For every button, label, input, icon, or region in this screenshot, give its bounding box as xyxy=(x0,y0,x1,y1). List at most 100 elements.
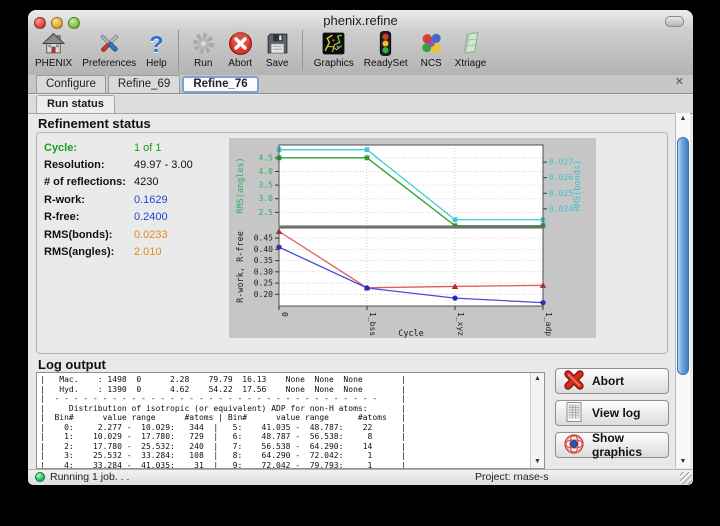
scroll-down-icon[interactable]: ▼ xyxy=(676,457,690,467)
svg-text:0.027: 0.027 xyxy=(549,158,573,167)
main-vertical-scrollbar[interactable]: ▲ ▼ xyxy=(675,113,690,468)
log-output-heading: Log output xyxy=(38,357,106,372)
refinement-status-groupbox: Cycle:1 of 1 Resolution:49.97 - 3.00 # o… xyxy=(36,132,668,354)
toolbar-item-label: Run xyxy=(194,58,212,69)
svg-text:0.026: 0.026 xyxy=(549,173,573,182)
view-log-button[interactable]: View log xyxy=(555,400,669,426)
svg-text:0.025: 0.025 xyxy=(549,189,573,198)
help-button[interactable]: ? Help xyxy=(141,29,172,69)
toolbar: PHENIX Preferences ? Help Run xyxy=(30,29,491,75)
ncs-spheres-icon xyxy=(418,29,445,58)
svg-text:3.5: 3.5 xyxy=(259,181,274,190)
svg-text:1_xyz: 1_xyz xyxy=(456,312,465,336)
toolbar-item-label: Save xyxy=(266,58,289,69)
graphics-sphere-icon xyxy=(563,433,585,458)
readyset-button[interactable]: ReadySet xyxy=(359,29,413,69)
save-floppy-icon xyxy=(264,29,291,58)
abort-job-button[interactable]: Abort xyxy=(555,368,669,394)
stat-rms-angles: RMS(angles):2.010 xyxy=(44,243,193,260)
project-label: Project: rnase-s xyxy=(475,471,549,483)
toolbar-item-label: PHENIX xyxy=(35,58,72,69)
stat-reflections: # of reflections:4230 xyxy=(44,174,193,191)
svg-text:0.20: 0.20 xyxy=(254,290,273,299)
toolbar-item-label: Xtriage xyxy=(455,58,487,69)
phenix-refine-window: phenix.refine PHENIX Preferences ? Help xyxy=(28,10,693,485)
document-tabstrip: Configure Refine_69 Refine_76 xyxy=(28,75,693,94)
toolbar-item-label: Graphics xyxy=(314,58,354,69)
svg-text:Cycle: Cycle xyxy=(398,329,424,338)
toolbar-item-label: ReadySet xyxy=(364,58,408,69)
running-status-icon xyxy=(35,472,45,482)
refinement-chart: 2.5 3.0 3.5 4.0 4.5 0.024 0.025 0.026 0.027 RMS(a… xyxy=(229,138,596,338)
readyset-trafficlight-icon xyxy=(372,29,399,58)
toolbar-item-label: Help xyxy=(146,58,167,69)
svg-text:4.5: 4.5 xyxy=(259,153,274,162)
svg-text:1_bss: 1_bss xyxy=(368,312,377,336)
window-chrome: phenix.refine PHENIX Preferences ? Help xyxy=(28,10,693,76)
stat-cycle: Cycle:1 of 1 xyxy=(44,139,193,156)
toolbar-item-label: Preferences xyxy=(82,58,136,69)
log-output-box[interactable]: | Mac. : 1498 0 2.28 79.79 16.13 None No… xyxy=(36,372,545,469)
refinement-status-heading: Refinement status xyxy=(38,116,151,131)
toolbar-separator xyxy=(178,30,179,71)
toolbar-item-label: NCS xyxy=(421,58,442,69)
svg-text:RMS(bonds): RMS(bonds) xyxy=(573,160,583,211)
run-button[interactable]: Run xyxy=(185,29,222,69)
graphics-density-icon xyxy=(320,29,347,58)
resize-grip[interactable] xyxy=(680,472,692,484)
preferences-button[interactable]: Preferences xyxy=(77,29,141,69)
status-message: Running 1 job. . . xyxy=(50,471,129,483)
tab-refine-69[interactable]: Refine_69 xyxy=(108,75,180,93)
status-bar: Running 1 job. . . Project: rnase-s xyxy=(28,469,693,485)
xtriage-button[interactable]: Xtriage xyxy=(450,29,492,69)
toolbar-separator xyxy=(302,30,303,71)
log-text: | Mac. : 1498 0 2.28 79.79 16.13 None No… xyxy=(37,373,544,469)
run-gear-icon xyxy=(190,29,217,58)
log-vertical-scrollbar[interactable]: ▲ ▼ xyxy=(530,373,544,468)
tab-refine-76[interactable]: Refine_76 xyxy=(182,76,258,93)
scroll-up-icon[interactable]: ▲ xyxy=(676,114,690,124)
svg-text:0.25: 0.25 xyxy=(254,279,273,288)
stat-rms-bonds: RMS(bonds):0.0233 xyxy=(44,226,193,243)
svg-text:0.40: 0.40 xyxy=(254,245,273,254)
window-title: phenix.refine xyxy=(28,13,693,28)
help-question-icon: ? xyxy=(149,29,163,58)
chart-svg: 2.5 3.0 3.5 4.0 4.5 0.024 0.025 0.026 0.027 RMS(a… xyxy=(229,138,596,338)
show-graphics-button[interactable]: Show graphics xyxy=(555,432,669,458)
inner-notebook-strip xyxy=(28,95,693,114)
toolbar-toggle-button[interactable] xyxy=(665,16,684,27)
view-log-document-icon xyxy=(563,401,585,426)
xtriage-crystal-icon xyxy=(457,29,484,58)
svg-text:1_adp: 1_adp xyxy=(544,312,553,336)
phenix-home-icon xyxy=(40,29,67,58)
svg-text:4.0: 4.0 xyxy=(259,167,274,176)
svg-text:3.0: 3.0 xyxy=(259,194,274,203)
scroll-up-icon[interactable]: ▲ xyxy=(531,374,544,384)
tab-run-status[interactable]: Run status xyxy=(36,95,115,113)
save-button[interactable]: Save xyxy=(259,29,296,69)
stat-resolution: Resolution:49.97 - 3.00 xyxy=(44,156,193,173)
svg-text:2.5: 2.5 xyxy=(259,208,274,217)
stat-r-free: R-free:0.2400 xyxy=(44,209,193,226)
ncs-button[interactable]: NCS xyxy=(413,29,450,69)
svg-text:RMS(angles): RMS(angles) xyxy=(236,157,246,213)
toolbar-item-label: Abort xyxy=(228,58,252,69)
abort-x-icon xyxy=(563,369,585,394)
tab-configure[interactable]: Configure xyxy=(36,75,106,93)
close-tab-icon[interactable]: ✕ xyxy=(675,77,684,88)
refinement-stats: Cycle:1 of 1 Resolution:49.97 - 3.00 # o… xyxy=(44,139,193,261)
svg-text:0.35: 0.35 xyxy=(254,256,273,265)
refine-76-content: Run status ▲ ▼ Refinement status Cycle:1… xyxy=(28,95,693,470)
scrollbar-thumb[interactable] xyxy=(677,137,689,375)
graphics-button[interactable]: Graphics xyxy=(309,29,359,69)
svg-text:R-work, R-free: R-work, R-free xyxy=(236,231,246,303)
phenix-button[interactable]: PHENIX xyxy=(30,29,77,69)
svg-text:0.30: 0.30 xyxy=(254,267,273,276)
scroll-down-icon[interactable]: ▼ xyxy=(531,457,544,467)
preferences-tools-icon xyxy=(96,29,123,58)
abort-button[interactable]: Abort xyxy=(222,29,259,69)
abort-circle-icon xyxy=(227,29,254,58)
desktop-background: phenix.refine PHENIX Preferences ? Help xyxy=(0,0,720,526)
stat-r-work: R-work:0.1629 xyxy=(44,191,193,208)
svg-text:0.024: 0.024 xyxy=(549,204,573,213)
